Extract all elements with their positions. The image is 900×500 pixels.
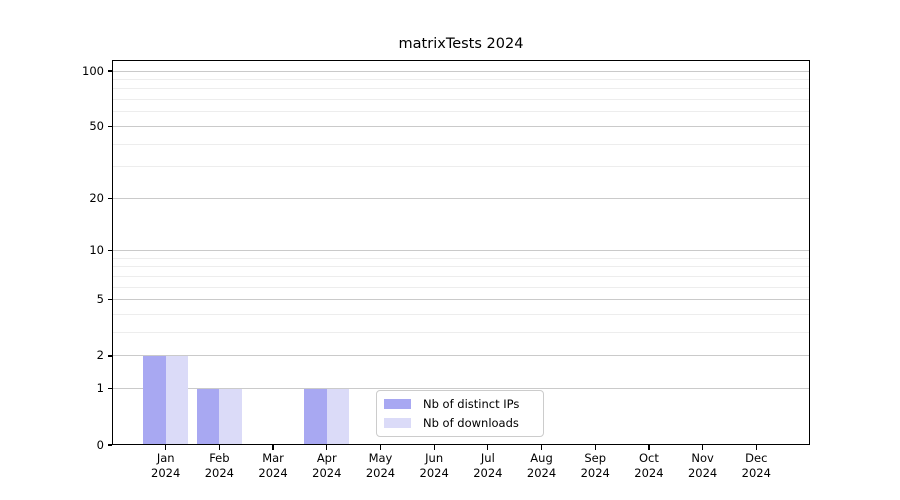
y-tick-mark: [108, 388, 112, 390]
legend-label-distinct-ips: Nb of distinct IPs: [423, 396, 520, 411]
x-tick-label: Mar 2024: [258, 451, 288, 480]
bar-jan-distinct-ips: [143, 355, 166, 444]
plot-area: Nb of distinct IPs Nb of downloads: [112, 60, 810, 445]
chart-title: matrixTests 2024: [398, 36, 524, 52]
legend-swatch-downloads: [384, 417, 411, 429]
x-tick-label: Nov 2024: [687, 451, 718, 480]
bar-feb-distinct-ips: [196, 388, 220, 444]
gridline-minor: [113, 166, 809, 168]
legend-label-downloads: Nb of downloads: [423, 415, 519, 430]
gridline-minor: [113, 99, 809, 101]
x-tick-label: Feb 2024: [204, 451, 235, 480]
gridline-minor: [113, 314, 809, 316]
bar-feb-downloads: [219, 388, 242, 444]
y-tick-mark: [108, 299, 112, 301]
x-tick-mark: [594, 445, 596, 450]
bar-jan-downloads: [165, 355, 189, 444]
gridline-minor: [113, 88, 809, 90]
legend-entry-distinct-ips: Nb of distinct IPs: [384, 396, 535, 411]
x-tick-label: Aug 2024: [526, 451, 557, 480]
x-tick-label: Jan 2024: [151, 451, 181, 480]
gridline-minor: [113, 143, 809, 145]
axis-spine-left: [112, 60, 113, 445]
y-tick-label: 100: [82, 63, 104, 78]
gridline-minor: [113, 286, 809, 288]
y-tick-label: 20: [89, 190, 104, 205]
gridline-major: [113, 70, 809, 72]
bar-apr-downloads: [326, 388, 350, 444]
y-tick-mark: [108, 125, 112, 127]
y-tick-label: 2: [96, 348, 104, 363]
gridline-major: [113, 250, 809, 252]
gridline-minor: [113, 257, 809, 259]
x-tick-mark: [272, 445, 274, 450]
axis-spine-right: [809, 60, 810, 445]
y-tick-label: 10: [89, 243, 104, 258]
x-tick-mark: [433, 445, 435, 450]
y-tick-label: 5: [96, 292, 104, 307]
gridline-major: [113, 125, 809, 127]
gridline-minor: [113, 266, 809, 268]
gridline-major: [113, 299, 809, 301]
x-tick-label: Sep 2024: [580, 451, 610, 480]
x-tick-mark: [755, 445, 757, 450]
y-tick-label: 1: [96, 381, 104, 396]
gridline-major: [113, 197, 809, 199]
x-tick-label: Jul 2024: [473, 451, 503, 480]
y-tick-label: 50: [89, 118, 104, 133]
gridline-minor: [113, 111, 809, 113]
x-tick-label: Oct 2024: [634, 451, 664, 480]
y-tick-mark: [108, 355, 112, 357]
chart-figure: matrixTests 2024 Nb of distinct IPs Nb o…: [0, 0, 900, 500]
gridline-minor: [113, 332, 809, 334]
x-tick-mark: [165, 445, 167, 450]
gridline-minor: [113, 78, 809, 80]
axis-spine-top: [112, 60, 810, 61]
x-tick-mark: [379, 445, 382, 450]
x-tick-label: Jun 2024: [419, 451, 449, 480]
x-tick-mark: [326, 445, 328, 450]
y-tick-mark: [108, 197, 112, 199]
x-tick-mark: [540, 445, 543, 450]
bar-apr-distinct-ips: [304, 388, 327, 444]
x-tick-label: May 2024: [365, 451, 396, 480]
x-tick-mark: [218, 445, 220, 450]
x-tick-label: Apr 2024: [312, 451, 342, 480]
legend-swatch-distinct-ips: [384, 398, 411, 410]
y-tick-label: 0: [96, 437, 104, 452]
gridline-minor: [113, 275, 809, 277]
legend-entry-downloads: Nb of downloads: [384, 415, 535, 430]
legend: Nb of distinct IPs Nb of downloads: [376, 390, 544, 437]
y-tick-mark: [108, 444, 112, 446]
x-tick-label: Dec 2024: [741, 451, 771, 480]
axis-spine-bottom: [112, 444, 810, 445]
gridline-major: [113, 355, 809, 357]
x-tick-mark: [702, 445, 704, 450]
x-tick-mark: [487, 445, 489, 450]
y-tick-mark: [108, 250, 112, 252]
x-tick-mark: [648, 445, 650, 450]
y-tick-mark: [108, 70, 112, 72]
